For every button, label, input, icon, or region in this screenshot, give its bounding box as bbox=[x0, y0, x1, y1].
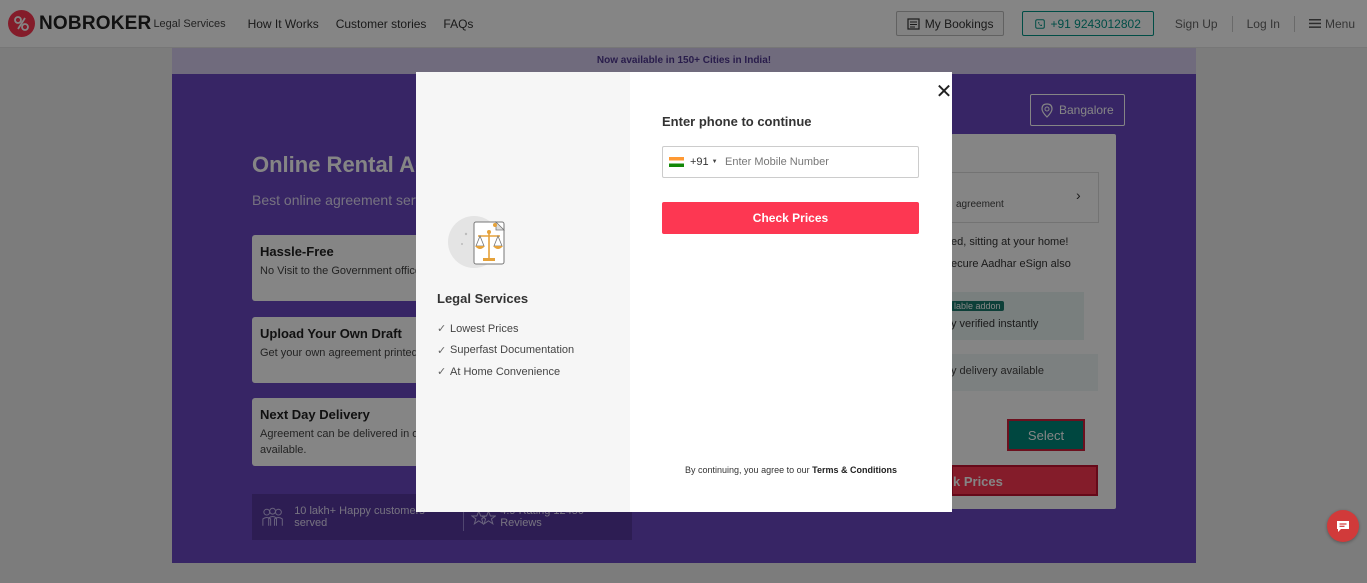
benefit-item: ✓ At Home Convenience bbox=[437, 361, 574, 383]
mobile-number-input[interactable] bbox=[725, 148, 905, 176]
chat-button[interactable] bbox=[1327, 510, 1359, 542]
terms-prefix: By continuing, you agree to our bbox=[685, 465, 810, 475]
check-prices-button[interactable]: Check Prices bbox=[662, 202, 919, 234]
legal-services-title: Legal Services bbox=[437, 291, 529, 306]
chat-icon bbox=[1337, 520, 1349, 532]
checkmark-icon: ✓ bbox=[437, 344, 447, 357]
country-code-selector[interactable]: +91 ▼ bbox=[663, 156, 725, 168]
benefit-item: ✓ Lowest Prices bbox=[437, 318, 574, 340]
checkmark-icon: ✓ bbox=[437, 323, 447, 336]
phone-modal: Legal Services ✓ Lowest Prices ✓ Superfast… bbox=[416, 72, 952, 512]
modal-form-panel: ✕ Enter phone to continue +91 ▼ Check Pr… bbox=[630, 72, 952, 512]
benefit-label: At Home Convenience bbox=[450, 365, 561, 378]
benefit-item: ✓ Superfast Documentation bbox=[437, 340, 574, 362]
india-flag-icon bbox=[669, 157, 684, 167]
legal-scales-icon bbox=[448, 216, 505, 268]
country-code: +91 bbox=[690, 156, 709, 168]
checkmark-icon: ✓ bbox=[437, 366, 447, 379]
terms-link[interactable]: Terms & Conditions bbox=[812, 465, 897, 475]
modal-title: Enter phone to continue bbox=[662, 114, 812, 129]
close-icon[interactable]: ✕ bbox=[934, 82, 954, 102]
benefit-label: Lowest Prices bbox=[450, 322, 519, 335]
benefits-list: ✓ Lowest Prices ✓ Superfast Documentation … bbox=[437, 318, 574, 383]
benefit-label: Superfast Documentation bbox=[450, 344, 575, 357]
phone-field: +91 ▼ bbox=[662, 146, 919, 178]
modal-info-panel: Legal Services ✓ Lowest Prices ✓ Superfast… bbox=[416, 72, 630, 512]
caret-down-icon: ▼ bbox=[711, 159, 718, 165]
terms-note: By continuing, you agree to our Terms & … bbox=[630, 465, 952, 475]
